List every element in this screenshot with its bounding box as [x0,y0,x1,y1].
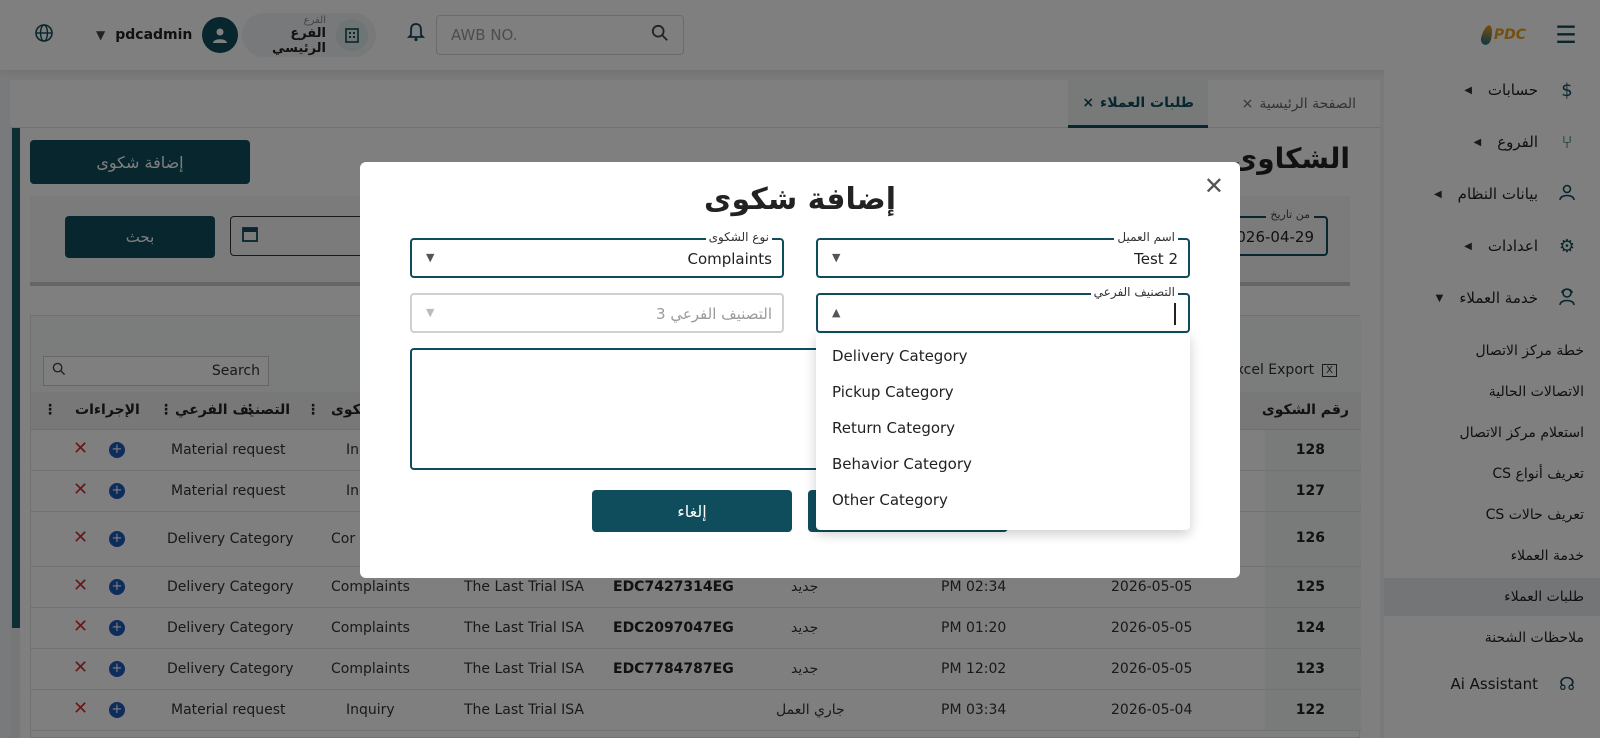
subcategory-3-placeholder: التصنيف الفرعي 3 [656,305,772,323]
dropdown-option[interactable]: Behavior Category [816,446,1190,482]
chevron-down-icon[interactable]: ▼ [832,251,840,264]
complaint-type-label: نوع الشكوى [705,230,772,244]
dropdown-option[interactable]: Delivery Category [816,338,1190,374]
chevron-up-icon[interactable]: ▲ [832,306,840,319]
subcategory-dropdown-list: Delivery Category Pickup Category Return… [816,334,1190,530]
chevron-down-icon[interactable]: ▼ [426,251,434,264]
subcategory-label: التصنيف الفرعي [1090,285,1178,299]
customer-name-label: اسم العميل [1114,230,1178,244]
chevron-down-icon[interactable]: ▼ [426,306,434,319]
complaint-type-value: Complaints [687,250,772,268]
text-cursor [1174,303,1176,325]
customer-name-select[interactable]: اسم العميل Test 2 ▼ [816,230,1190,278]
subcategory-3-select[interactable]: التصنيف الفرعي 3 ▼ [410,293,784,333]
cancel-button[interactable]: إلغاء [592,490,792,532]
complaint-type-select[interactable]: نوع الشكوى Complaints ▼ [410,230,784,278]
dropdown-option[interactable]: Other Category [816,482,1190,518]
modal-title: إضافة شكوى [703,182,897,217]
subcategory-select[interactable]: التصنيف الفرعي ▲ [816,285,1190,333]
customer-name-value: Test 2 [1134,250,1178,268]
dropdown-option[interactable]: Pickup Category [816,374,1190,410]
dropdown-option[interactable]: Return Category [816,410,1190,446]
